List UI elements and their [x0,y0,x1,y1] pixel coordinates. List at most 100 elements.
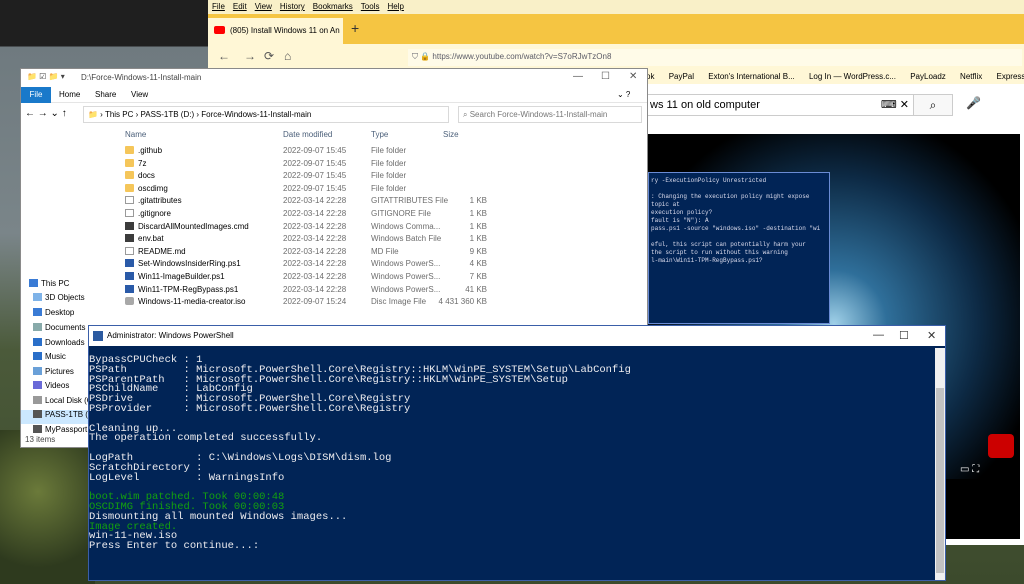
file-row[interactable]: 7z 2022-09-07 15:45 File folder [121,158,501,171]
nav-arrows-icon[interactable]: ← → ⌄ ↑ [25,108,67,119]
bookmark-item[interactable]: Log In — WordPress.c... [809,72,896,81]
menu-item-bookmarks[interactable]: Bookmarks [313,2,353,11]
close-button[interactable]: ✕ [927,329,936,342]
maximize-button[interactable]: ☐ [899,329,909,342]
folder-icon [125,146,134,154]
file-size: 9 KB [469,246,487,256]
file-name: Windows-11-media-creator.iso [138,297,246,307]
scrollbar-thumb[interactable] [936,388,944,573]
nav-item-desktop[interactable]: Desktop [33,308,74,322]
file-size: 7 KB [469,272,487,281]
menu-item-file[interactable]: File [212,2,225,11]
home-icon[interactable]: ⌂ [284,49,291,63]
file-row[interactable]: oscdimg 2022-09-07 15:45 File folder [121,183,501,196]
nav-item-this-pc[interactable]: This PC [29,279,69,293]
file-row[interactable]: README.md 2022-03-14 22:28 MD File 9 KB [121,246,501,259]
column-type[interactable]: Type [371,130,388,139]
console-line: ry -ExecutionPolicy Unrestricted [651,177,767,184]
documents-icon [33,323,42,331]
maximize-button[interactable]: ☐ [601,71,610,82]
firefox-menubar: File Edit View History Bookmarks Tools Help [208,0,1024,14]
bookmark-item[interactable]: PayLoadz [910,72,946,81]
bookmark-item[interactable]: PayPal [669,72,694,81]
menu-item-edit[interactable]: Edit [233,2,247,11]
file-size: 4 KB [469,259,487,269]
bookmark-item[interactable]: Express [997,72,1024,81]
keyboard-icon[interactable]: ⌨ ✕ [881,98,909,111]
youtube-search-input[interactable]: ws 11 on old computer ⌨ ✕ [643,94,913,116]
file-row[interactable]: .github 2022-09-07 15:45 File folder [121,145,501,158]
file-row[interactable]: .gitattributes 2022-03-14 22:28 GITATTRIBU… [121,195,501,208]
file-row[interactable]: Win11-ImageBuilder.ps1 2022-03-14 22:28 Wi… [121,271,501,284]
file-type: File folder [371,146,407,155]
menu-item-view[interactable]: View [255,2,272,11]
new-tab-button[interactable]: + [351,20,365,36]
drive-icon [33,425,42,433]
fullscreen-icon[interactable]: ▭ ⛶ [960,464,979,475]
nav-item-documents[interactable]: Documents [33,323,85,337]
tab-file[interactable]: File [21,87,51,103]
forward-icon[interactable]: → [244,49,256,63]
nav-item-music[interactable]: Music [33,352,66,366]
file-name: .gitattributes [138,196,182,206]
tab-home[interactable]: Home [59,90,80,99]
file-row[interactable]: docs 2022-09-07 15:45 File folder [121,170,501,183]
console-line: Dismounting all mounted Windows images..… [89,510,348,523]
explorer-search-input[interactable]: ⌕ Search Force-Windows-11-Install-main [458,106,642,123]
script-icon [125,284,134,293]
bookmark-item[interactable]: Exton's International B... [708,72,794,81]
console-line: Press Enter to continue...: [89,540,260,553]
nav-item-videos[interactable]: Videos [33,381,69,395]
bookmark-item[interactable]: Netflix [960,72,982,81]
firefox-tab-youtube[interactable]: (805) Install Windows 11 on An [208,18,343,44]
url-bar[interactable]: ⛉ 🔒 https://www.youtube.com/watch?v=S7oR… [408,49,1022,66]
nav-item-local-disk[interactable]: Local Disk (C [33,396,93,410]
column-date[interactable]: Date modified [283,130,332,139]
file-size: 4 431 360 KB [438,297,487,307]
column-name[interactable]: Name [125,130,146,139]
menu-item-tools[interactable]: Tools [361,2,380,11]
file-row[interactable]: env.bat 2022-03-14 22:28 Windows Batch Fil… [121,233,501,246]
file-size: 1 KB [469,221,487,231]
file-row[interactable]: Set-WindowsInsiderRing.ps1 2022-03-14 22:… [121,258,501,271]
file-type: File folder [371,171,407,181]
nav-item-downloads[interactable]: Downloads [33,338,85,352]
disc-icon [125,297,134,306]
breadcrumb-item[interactable]: 📁 › This PC › PASS-1TB (D:) › Force-Wind… [88,110,311,119]
console-line: LogLevel : WarningsInfo [89,471,285,484]
file-date: 2022-09-07 15:45 [283,183,347,193]
minimize-button[interactable]: — [873,329,884,341]
back-icon[interactable]: ← [218,49,230,63]
menu-item-history[interactable]: History [280,2,305,11]
column-size[interactable]: Size [443,130,459,139]
nav-item-pictures[interactable]: Pictures [33,367,74,381]
file-date: 2022-03-14 22:28 [283,221,347,231]
microphone-icon[interactable]: 🎤 [966,96,981,110]
nav-item-3d-objects[interactable]: 3D Objects [33,293,85,307]
file-row[interactable]: Windows-11-media-creator.iso 2022-09-07 1… [121,296,501,309]
powershell-window: Administrator: Windows PowerShell — ☐ ✕ … [88,325,946,581]
file-name: .gitignore [138,209,171,218]
powershell-background-window: ry -ExecutionPolicy Unrestricted: Changi… [648,172,830,324]
file-date: 2022-03-14 22:28 [283,284,347,294]
nav-item-pass-1tb[interactable]: PASS-1TB (D: [21,410,96,424]
console-line: fault is "N"): A [651,217,709,224]
file-row[interactable]: DiscardAllMountedImages.cmd 2022-03-14 22… [121,221,501,234]
file-row[interactable]: Win11-TPM-RegBypass.ps1 2022-03-14 22:28 W… [121,284,501,297]
console-output[interactable]: BypassCPUCheck : 1 PSPath : Microsoft.Pow… [89,348,935,580]
search-icon[interactable]: ⌕ [913,94,953,116]
tab-share[interactable]: Share [95,90,116,99]
console-line: the script to run without this warning [651,249,788,256]
minimize-button[interactable]: — [573,71,583,82]
chevron-down-icon[interactable]: ⌄ ? [617,90,630,99]
channel-logo-icon [988,434,1014,458]
breadcrumb[interactable]: 📁 › This PC › PASS-1TB (D:) › Force-Wind… [83,106,449,123]
menu-item-help[interactable]: Help [387,2,403,11]
reload-icon[interactable]: ⟳ [264,49,274,63]
close-button[interactable]: ✕ [629,71,637,82]
file-row[interactable]: .gitignore 2022-03-14 22:28 GITIGNORE File… [121,208,501,221]
scrollbar[interactable] [935,348,945,580]
tab-view[interactable]: View [131,90,148,99]
